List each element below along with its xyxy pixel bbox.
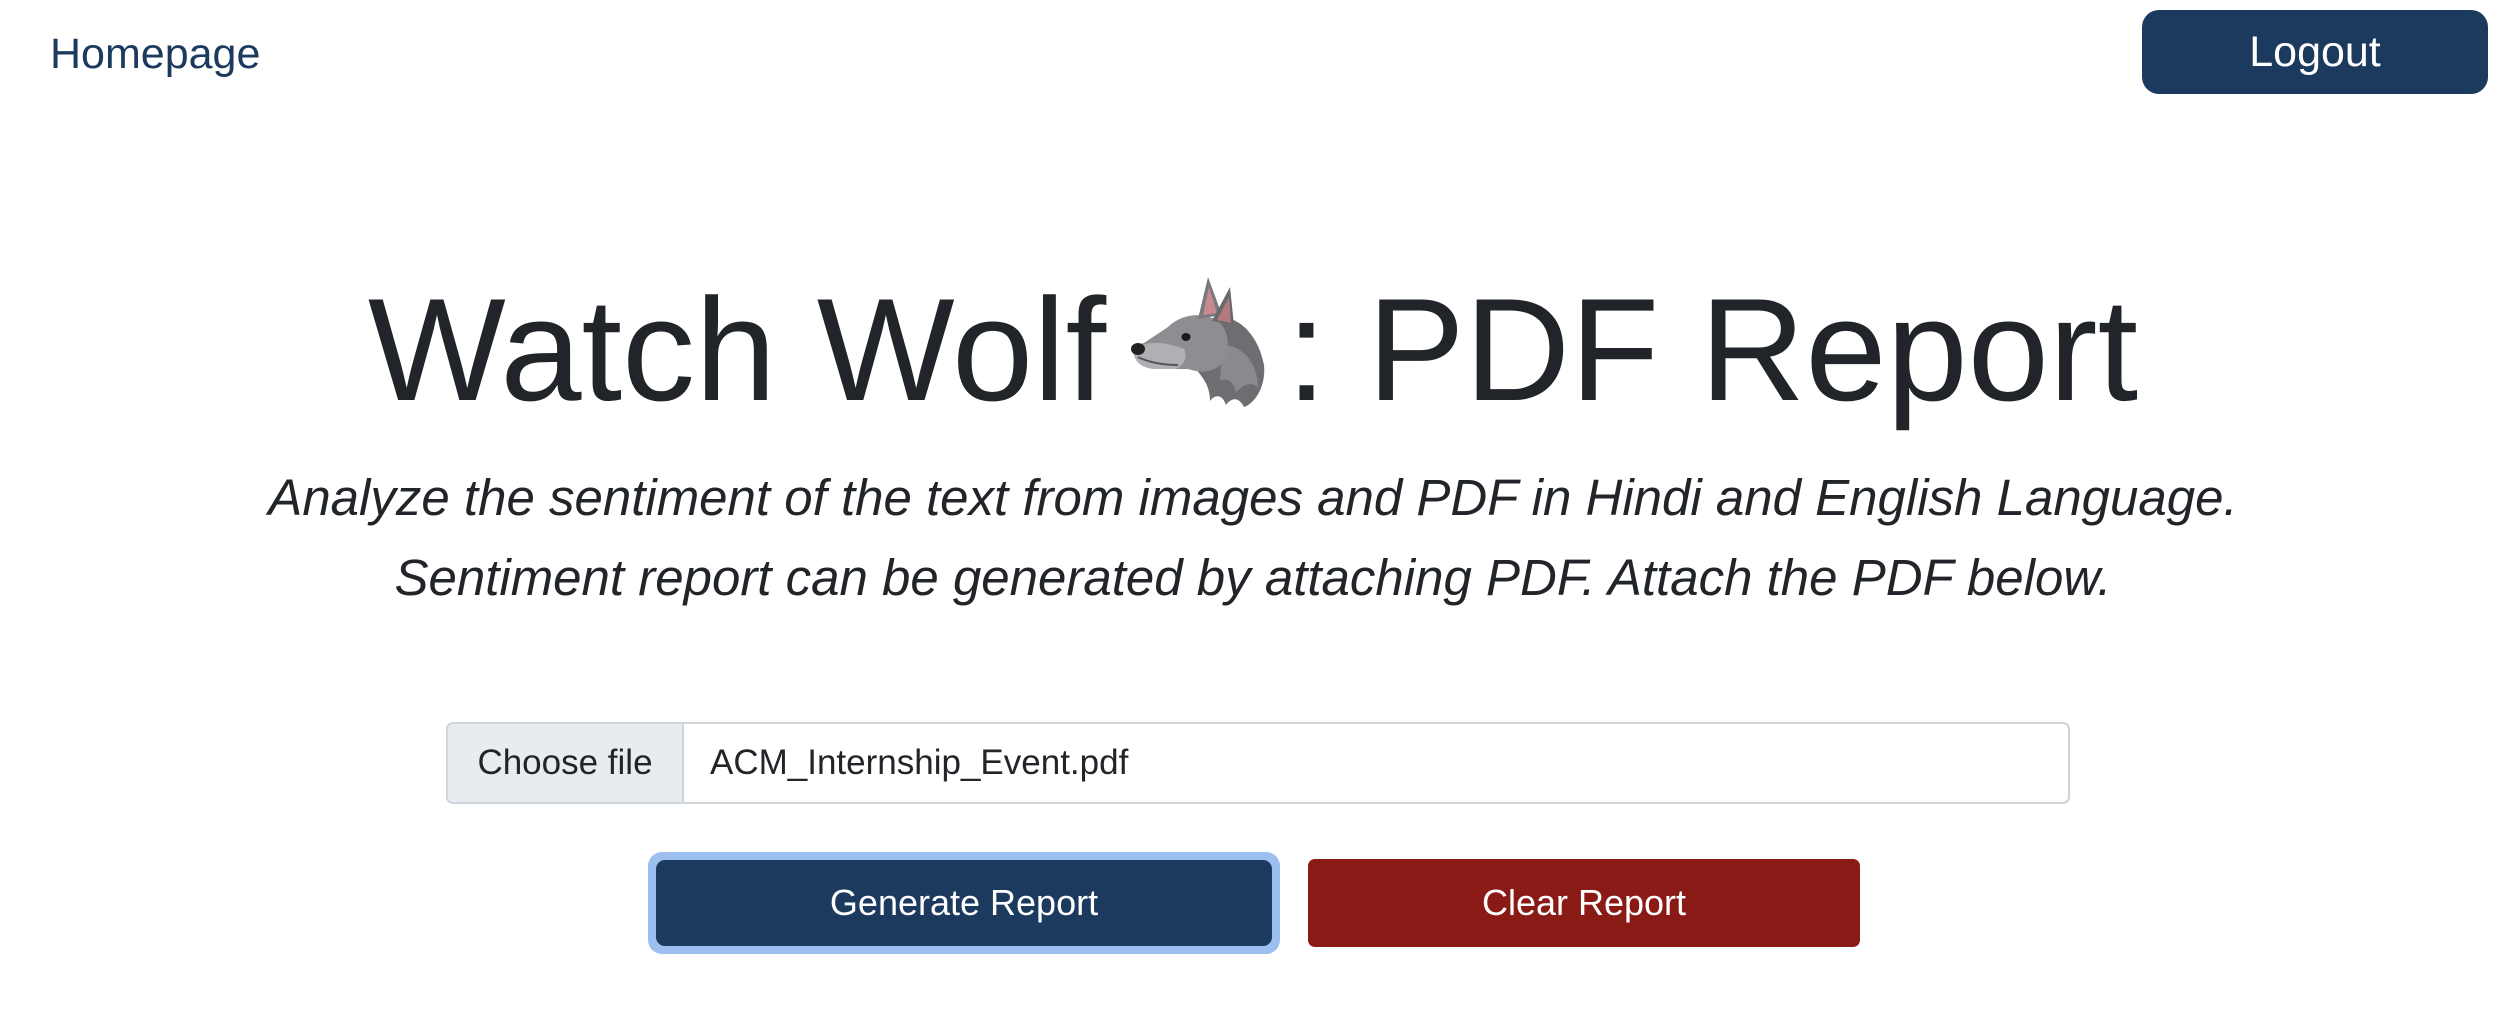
title-text-before: Watch Wolf: [367, 268, 1107, 431]
clear-report-button[interactable]: Clear Report: [1308, 859, 1860, 947]
generate-report-button[interactable]: Generate Report: [656, 860, 1272, 946]
page-title: Watch Wolf: PDF Report: [0, 255, 2506, 445]
logout-button[interactable]: Logout: [2142, 10, 2488, 94]
title-text-after: : PDF Report: [1286, 268, 2139, 431]
description-line-1: Analyze the sentiment of the text from i…: [268, 469, 2238, 526]
page: Homepage Logout Watch Wolf: PDF Report …: [0, 0, 2506, 1018]
description-line-2: Sentiment report can be generated by att…: [394, 549, 2112, 606]
homepage-link[interactable]: Homepage: [50, 24, 260, 84]
choose-file-button[interactable]: Choose file: [448, 724, 684, 802]
pdf-file-input[interactable]: Choose file ACM_Internship_Event.pdf: [446, 722, 2070, 804]
generate-button-focus-ring: Generate Report: [648, 852, 1280, 954]
selected-file-name: ACM_Internship_Event.pdf: [710, 743, 1129, 782]
wolf-icon: [1126, 265, 1276, 415]
